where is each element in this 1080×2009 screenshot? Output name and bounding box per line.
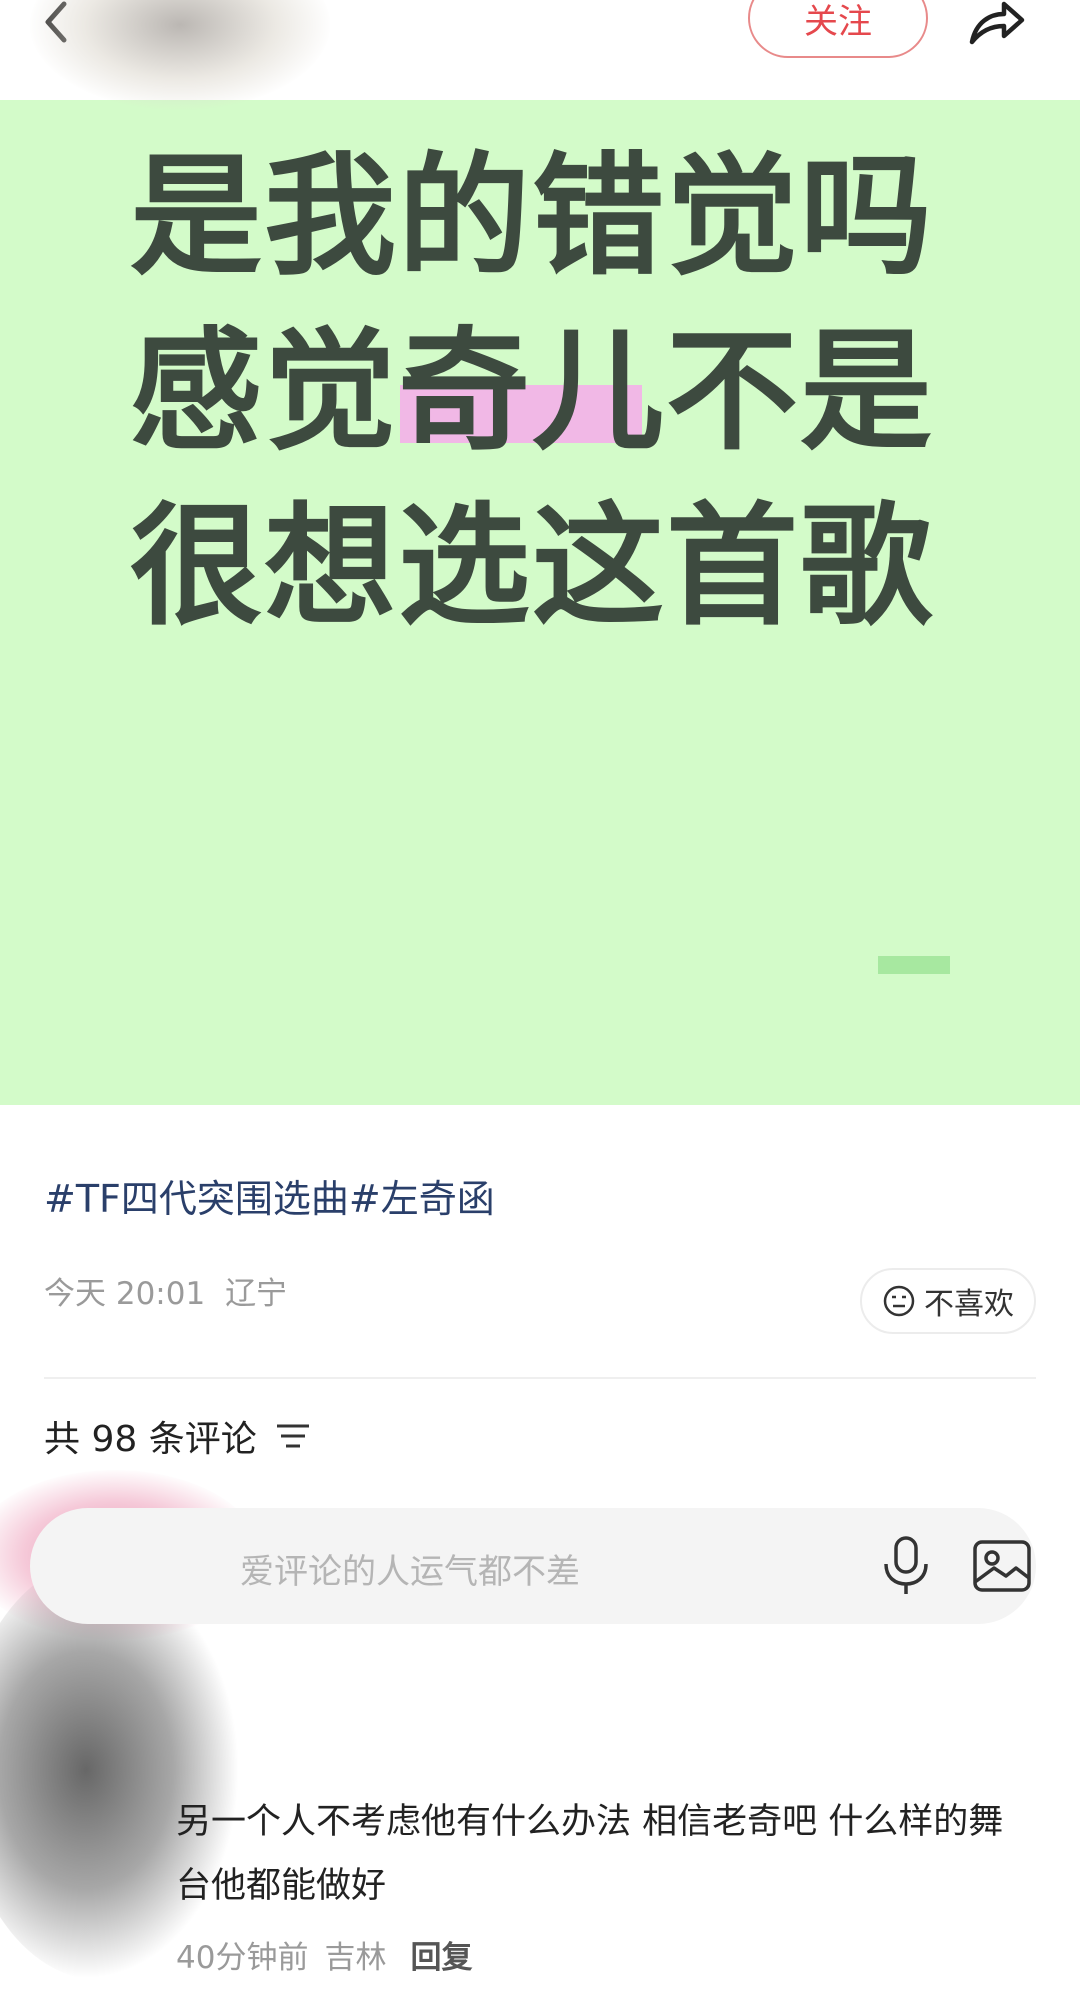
image-line: 很想选这首歌 — [130, 490, 934, 644]
sort-icon — [276, 1424, 309, 1448]
decorative-dash — [878, 956, 950, 974]
reply-button[interactable]: 回复 — [410, 1932, 472, 1977]
share-button[interactable] — [960, 0, 1030, 60]
comment-input[interactable]: 爱评论的人运气都不差 — [30, 1508, 1036, 1624]
post-location: 辽宁 — [225, 1276, 288, 1312]
comment-count-row[interactable]: 共 98 条评论 — [44, 1410, 311, 1462]
comment-location: 吉林 — [324, 1940, 387, 1976]
comment-count: 共 98 条评论 — [44, 1419, 257, 1460]
post-image[interactable]: 是我的错觉吗 感觉奇儿不是 很想选这首歌 — [0, 100, 1080, 1105]
post-time: 今天 20:01 — [44, 1276, 206, 1312]
image-line: 感觉奇儿不是 — [130, 315, 934, 469]
share-icon — [969, 1, 1025, 45]
voice-input-button[interactable] — [876, 1534, 936, 1598]
post-hashtags[interactable]: #TF四代突围选曲#左奇函 — [44, 1168, 495, 1223]
image-upload-button[interactable] — [970, 1534, 1034, 1598]
image-icon — [973, 1540, 1031, 1592]
image-line: 是我的错觉吗 — [130, 140, 934, 294]
post-meta: 今天 20:01 辽宁 — [44, 1268, 287, 1313]
dislike-label: 不喜欢 — [924, 1287, 1014, 1322]
comment-meta: 40分钟前 吉林 回复 — [176, 1932, 472, 1977]
divider — [44, 1377, 1036, 1379]
neutral-face-icon — [883, 1285, 915, 1317]
post-detail-page: 关注 是我的错觉吗 感觉奇儿不是 很想选这首歌 #TF四代突围选曲#左奇函 今天… — [0, 0, 1080, 2009]
mic-icon — [884, 1536, 928, 1594]
comment-time: 40分钟前 — [176, 1940, 309, 1976]
post-image-text: 是我的错觉吗 感觉奇儿不是 很想选这首歌 — [130, 130, 934, 655]
follow-button[interactable]: 关注 — [748, 0, 928, 58]
comment-text: 另一个人不考虑他有什么办法 相信老奇吧 什么样的舞台他都能做好 — [176, 1802, 1004, 1906]
dislike-button[interactable]: 不喜欢 — [860, 1268, 1036, 1334]
comment-input-placeholder: 爱评论的人运气都不差 — [240, 1552, 580, 1592]
